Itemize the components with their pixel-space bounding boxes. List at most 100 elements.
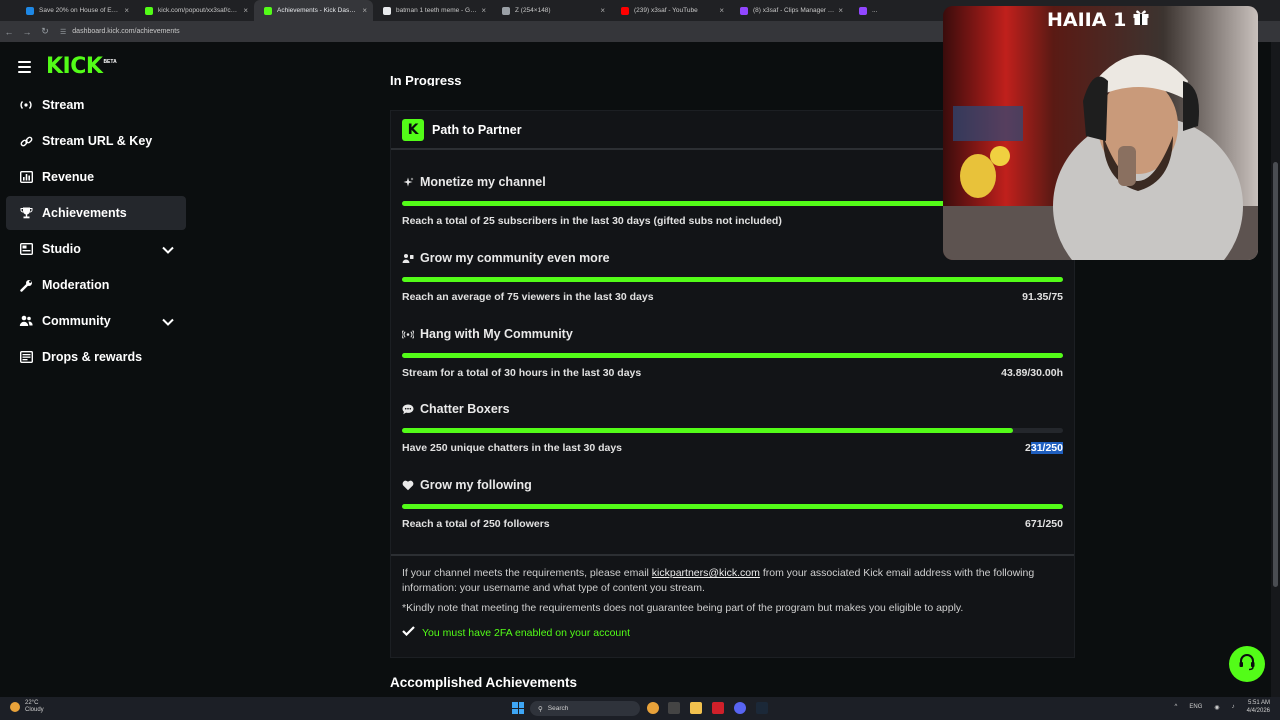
progress-bar (402, 504, 1063, 509)
clock[interactable]: 5:51 AM 4/4/2026 (1247, 699, 1270, 715)
start-button-icon[interactable] (512, 702, 524, 714)
browser-tab[interactable]: Save 20% on House of Empty × (16, 0, 135, 21)
goal-title: Monetize my channel (402, 175, 546, 189)
page-scrollbar[interactable] (1271, 42, 1280, 697)
volume-icon[interactable]: ♪ (1232, 704, 1235, 710)
goal-description: Stream for a total of 30 hours in the la… (402, 367, 642, 379)
sidebar-item-label: Community (42, 314, 111, 328)
sidebar-item-drops-rewards[interactable]: Drops & rewards (6, 340, 186, 374)
close-tab-icon[interactable]: × (600, 6, 605, 15)
sidebar-item-label: Moderation (42, 278, 110, 292)
tab-favicon-icon (621, 6, 629, 15)
close-tab-icon[interactable]: × (838, 6, 843, 15)
kick-logo[interactable]: KICK (46, 54, 103, 79)
close-tab-icon[interactable]: × (124, 6, 129, 15)
lang-indicator[interactable]: ENG (1189, 704, 1202, 710)
browser-tab[interactable]: Achievements - Kick Dashboard × (254, 0, 373, 21)
task-view-icon[interactable] (668, 702, 680, 714)
tab-title: kick.com/popout/xx3saf/chat (158, 7, 240, 14)
back-icon[interactable]: ← (0, 27, 18, 37)
eligibility-note: *Kindly note that meeting the requiremen… (402, 602, 964, 614)
sidebar-item-label: Revenue (42, 170, 95, 184)
goal-value: 671/250 (1025, 518, 1063, 530)
tab-title: Achievements - Kick Dashboard (277, 7, 358, 14)
2fa-requirement: You must have 2FA enabled on your accoun… (402, 626, 630, 639)
sidebar-item-stream[interactable]: Stream (6, 88, 186, 122)
close-tab-icon[interactable]: × (481, 6, 486, 15)
sidebar: KICK BETA Stream Stream URL & Key Revenu… (0, 42, 200, 697)
sidebar-item-revenue[interactable]: Revenue (6, 160, 186, 194)
chat-icon (402, 404, 414, 415)
community-icon (402, 253, 414, 264)
close-tab-icon[interactable]: × (719, 6, 724, 15)
section-title: In Progress (390, 76, 462, 86)
sidebar-item-stream-url-key[interactable]: Stream URL & Key (6, 124, 186, 158)
signal-icon (402, 329, 414, 339)
close-tab-icon[interactable]: × (243, 6, 248, 15)
discord-icon[interactable] (734, 702, 746, 714)
browser-tab[interactable]: batman 1 teeth meme - Googl × (373, 0, 492, 21)
close-tab-icon[interactable]: × (362, 6, 367, 15)
chart-icon (18, 171, 34, 183)
tab-favicon-icon (859, 6, 867, 15)
sparkle-icon (402, 177, 414, 188)
weather-widget[interactable]: 22°C Cloudy (10, 700, 44, 714)
tab-favicon-icon (740, 6, 748, 15)
people-icon (18, 315, 34, 327)
url-text[interactable]: dashboard.kick.com/achievements (72, 28, 179, 35)
reload-icon[interactable]: ↻ (36, 26, 54, 37)
goal-value[interactable]: 231/250 (1025, 442, 1063, 454)
card-title: Path to Partner (432, 122, 522, 137)
goal-title: Grow my following (402, 478, 532, 492)
support-chat-button[interactable] (1229, 646, 1265, 682)
browser-tab[interactable]: (8) x3saf - Clips Manager - Twi × (730, 0, 849, 21)
app-icon[interactable] (712, 702, 724, 714)
steam-icon[interactable] (756, 702, 768, 714)
menu-icon[interactable] (18, 60, 31, 73)
chevron-down-icon[interactable] (162, 315, 174, 329)
file-explorer-icon[interactable] (690, 702, 702, 714)
sidebar-item-label: Achievements (42, 206, 127, 220)
goal-title: Grow my community even more (402, 251, 610, 265)
tab-title: batman 1 teeth meme - Googl (396, 7, 478, 14)
sidebar-item-studio[interactable]: Studio (6, 232, 186, 266)
logo-row: KICK BETA (18, 54, 117, 79)
search-icon: ⚲ (538, 705, 543, 713)
url-field[interactable]: ☰ dashboard.kick.com/achievements (60, 28, 180, 36)
tab-favicon-icon (502, 6, 510, 15)
chevron-up-icon[interactable]: ^ (1175, 704, 1178, 710)
tab-title: (239) x3saf - YouTube (634, 7, 698, 14)
browser-tab[interactable]: Z (254×148) × (492, 0, 611, 21)
gift-icon (1132, 8, 1150, 31)
wrench-icon (18, 279, 34, 292)
site-info-icon[interactable]: ☰ (60, 28, 66, 36)
overlay-tag: HAIIA 1 (1047, 8, 1150, 31)
tab-favicon-icon (383, 6, 391, 15)
goal-description: Reach a total of 25 subscribers in the l… (402, 215, 782, 227)
progress-bar (402, 277, 1063, 282)
broadcast-icon (18, 100, 34, 110)
browser-tab[interactable]: kick.com/popout/xx3saf/chat × (135, 0, 254, 21)
sidebar-item-achievements[interactable]: Achievements (6, 196, 186, 230)
browser-tab[interactable]: (239) x3saf - YouTube × (611, 0, 730, 21)
tab-title: ... (872, 7, 878, 14)
sidebar-item-community[interactable]: Community (6, 304, 186, 338)
kick-badge-icon: K (402, 118, 424, 141)
tab-favicon-icon (145, 6, 153, 15)
tab-favicon-icon (26, 6, 34, 15)
goal-description: Have 250 unique chatters in the last 30 … (402, 442, 623, 454)
forward-icon[interactable]: → (18, 27, 36, 37)
wifi-icon[interactable]: ◉ (1214, 704, 1219, 711)
taskbar-search[interactable]: ⚲ Search (530, 701, 640, 716)
goal-title: Chatter Boxers (402, 402, 510, 416)
partner-email-link[interactable]: kickpartners@kick.com (652, 567, 760, 579)
tab-title: Save 20% on House of Empty (39, 7, 121, 14)
progress-bar (402, 428, 1063, 433)
trophy-icon (18, 207, 34, 219)
sidebar-item-moderation[interactable]: Moderation (6, 268, 186, 302)
weather-icon (10, 702, 20, 712)
heart-icon (402, 480, 414, 491)
tab-title: (8) x3saf - Clips Manager - Twi (753, 7, 835, 14)
chrome-icon[interactable] (647, 702, 659, 714)
chevron-down-icon[interactable] (162, 243, 174, 257)
